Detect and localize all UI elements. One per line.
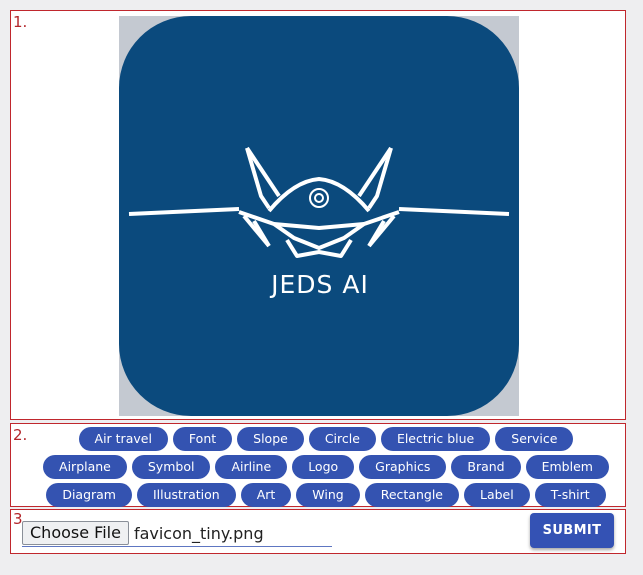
file-input[interactable]: Choose File favicon_tiny.png	[22, 520, 332, 547]
section-number-1: 1.	[13, 13, 28, 31]
selected-file-name: favicon_tiny.png	[133, 523, 264, 543]
tag-chip[interactable]: Slope	[237, 427, 304, 451]
tag-list: Air travel Font Slope Circle Electric blue Se…	[41, 427, 611, 507]
image-panel: 1. JEDS AI	[10, 10, 626, 420]
tag-chip[interactable]: Brand	[451, 455, 521, 479]
tag-chip[interactable]: Service	[495, 427, 574, 451]
choose-file-button[interactable]: Choose File	[22, 521, 129, 545]
tags-panel: 2. Air travel Font Slope Circle Electric blu…	[10, 423, 626, 507]
tag-chip[interactable]: Rectangle	[364, 483, 459, 507]
tag-chip[interactable]: Electric blue	[380, 427, 491, 451]
tag-chip[interactable]: T-shirt	[534, 483, 606, 507]
tag-chip[interactable]: Circle	[308, 427, 376, 451]
tag-chip[interactable]: Emblem	[525, 455, 609, 479]
jeds-ai-logo: JEDS AI	[119, 16, 519, 416]
tag-chip[interactable]: Label	[464, 483, 530, 507]
tag-chip[interactable]: Graphics	[359, 455, 447, 479]
logo-text: JEDS AI	[269, 270, 369, 299]
tag-chip[interactable]: Art	[240, 483, 292, 507]
submit-button[interactable]: SUBMIT	[530, 513, 614, 548]
section-number-2: 2.	[13, 426, 28, 444]
tag-chip[interactable]: Font	[172, 427, 233, 451]
tag-chip[interactable]: Illustration	[136, 483, 236, 507]
uploaded-image: JEDS AI	[119, 16, 519, 416]
tag-chip[interactable]: Symbol	[131, 455, 211, 479]
tag-chip[interactable]: Airplane	[43, 455, 127, 479]
tag-chip[interactable]: Airline	[215, 455, 288, 479]
tag-chip[interactable]: Air travel	[78, 427, 168, 451]
tag-chip[interactable]: Logo	[292, 455, 355, 479]
upload-panel: 3. Choose File favicon_tiny.png SUBMIT	[10, 509, 626, 554]
tag-chip[interactable]: Diagram	[46, 483, 132, 507]
tag-chip[interactable]: Wing	[296, 483, 360, 507]
